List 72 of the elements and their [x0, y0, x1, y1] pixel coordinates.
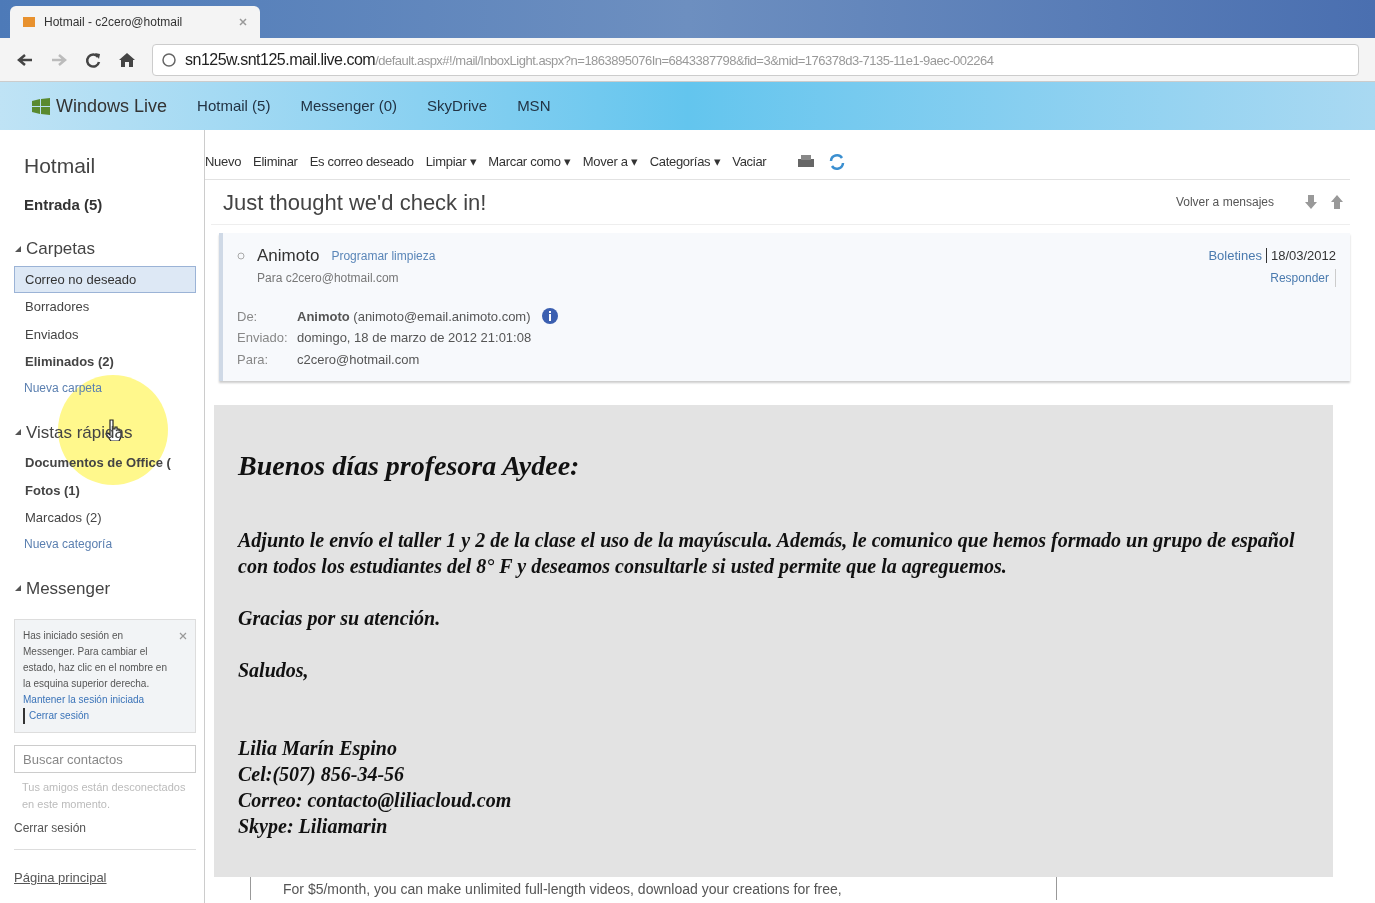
home-link[interactable]: Página principal: [14, 868, 196, 888]
message-date: 18/03/2012: [1265, 248, 1336, 263]
brand-name[interactable]: Windows Live: [56, 92, 168, 120]
toolbar-button[interactable]: Vaciar: [732, 151, 767, 172]
field-label: De:: [237, 307, 259, 326]
toolbar-button[interactable]: Categorías ▾: [649, 151, 721, 172]
search-field[interactable]: Buscar contactos: [14, 745, 196, 773]
section-header[interactable]: Carpetas: [26, 236, 95, 262]
toolbar-button[interactable]: Es correo deseado: [309, 151, 414, 172]
sign-out-link[interactable]: Cerrar sesión: [14, 819, 196, 850]
sync-icon[interactable]: [828, 152, 847, 171]
keep-signed-in-link[interactable]: Mantener la sesión iniciada: [23, 692, 145, 708]
nav-link[interactable]: SkyDrive: [427, 94, 488, 118]
recipient-line: Para c2cero@hotmail.com: [256, 269, 399, 287]
url-text: sn125w.snt125.mail.live.com/default.aspx#!/mail/InboxLight.aspx?n=1863895076In=6843387798&fid=3&mid=176378d3-7135-11e1-9aec-002264: [185, 49, 994, 70]
field-value: domingo, 18 de marzo de 2012 21:01:08: [297, 329, 532, 347]
toolbar-button[interactable]: Eliminar: [253, 151, 298, 172]
letter-paragraph: Adjunto le envío el taller 1 y 2 de la clase el uso de la mayúscula. Además, le comunico que hemos formado un grupo de español con todos los estudiantes del 8° F y deseamos consultarle si usted permite que la agreguemos.: [238, 528, 1296, 579]
close-icon[interactable]: [238, 17, 248, 27]
sender-name: Animoto: [257, 245, 320, 267]
toolbar-button[interactable]: Marcar como ▾: [488, 151, 571, 172]
windows-logo-icon[interactable]: [30, 97, 52, 115]
field-label: Para:: [237, 350, 270, 369]
message-subject: Just thought we'd check in!: [223, 188, 487, 217]
folder-item[interactable]: Fotos (1): [14, 476, 196, 504]
folder-item[interactable]: Eliminados (2): [14, 348, 196, 376]
schedule-link[interactable]: Programar limpieza: [331, 246, 436, 265]
expanded-triangle-icon[interactable]: [14, 584, 22, 593]
toolbar-button[interactable]: Limpiar ▾: [425, 151, 477, 172]
up-arrow-icon[interactable]: [1330, 194, 1344, 210]
signature-line: Correo: contacto@liliacloud.com: [238, 788, 513, 813]
sidebar-title: Hotmail: [23, 153, 97, 179]
notice-text: Has iniciado sesión en Messenger. Para cambiar el estado, haz clic en el nombre en la esquina superior derecha.: [23, 629, 168, 691]
signature-line: Lilia Marín Espino: [238, 736, 398, 761]
folder-item[interactable]: Marcados (2): [14, 504, 196, 532]
folder-item[interactable]: Borradores: [14, 293, 196, 321]
signature-line: Skype: Liliamarin: [238, 814, 389, 839]
page-info-icon[interactable]: [161, 51, 177, 68]
inbox-link[interactable]: Entrada (5): [14, 193, 196, 216]
back-icon[interactable]: [16, 51, 34, 68]
reply-button[interactable]: Responder: [1270, 268, 1336, 287]
expanded-triangle-icon[interactable]: [14, 428, 22, 437]
sign-out-link[interactable]: Cerrar sesión: [23, 708, 90, 724]
toolbar-button[interactable]: Nuevo: [205, 151, 242, 172]
field-label: Enviado:: [237, 329, 289, 347]
tab-title: Hotmail - c2cero@hotmail: [44, 14, 183, 31]
section-header[interactable]: Messenger: [26, 575, 111, 601]
address-bar[interactable]: sn125w.snt125.mail.live.com/default.aspx#!/mail/InboxLight.aspx?n=1863895076In=6843387798&fid=3&mid=176378d3-7135-11e1-9aec-002264: [152, 43, 1359, 76]
new-link[interactable]: Nueva categoría: [14, 531, 196, 556]
folder-item[interactable]: Correo no deseado: [14, 265, 196, 293]
nav-link[interactable]: MSN: [517, 94, 551, 118]
field-value: c2cero@hotmail.com: [297, 350, 420, 369]
nav-link[interactable]: Hotmail (5): [197, 94, 271, 118]
back-to-messages-link[interactable]: Volver a mensajes: [1175, 193, 1274, 211]
letter-paragraph: Gracias por su atención.: [238, 606, 442, 631]
home-icon[interactable]: [118, 50, 136, 69]
field-value: Animoto (animoto@email.animoto.com): [297, 307, 531, 326]
letter-greeting: Buenos días profesora Aydee:: [238, 449, 581, 483]
signature-line: Cel:(507) 856-34-56: [238, 762, 406, 787]
browser-tab[interactable]: Hotmail - c2cero@hotmail: [10, 6, 260, 38]
reload-icon[interactable]: [84, 50, 102, 69]
info-icon[interactable]: [540, 307, 559, 326]
offline-note: Tus amigos están desconectados en este momento.: [21, 780, 187, 812]
folder-item[interactable]: Enviados: [14, 320, 196, 348]
toolbar-button[interactable]: Mover a ▾: [582, 151, 638, 172]
folder-link[interactable]: Boletines: [1208, 248, 1262, 263]
expanded-triangle-icon[interactable]: [14, 244, 22, 253]
message-body-text: For $5/month, you can make unlimited full-length videos, download your creations for free,: [283, 880, 843, 899]
nav-link[interactable]: Messenger (0): [300, 94, 398, 118]
letter-paragraph: Saludos,: [238, 658, 310, 683]
close-icon[interactable]: [179, 632, 187, 640]
down-arrow-icon[interactable]: [1304, 194, 1318, 210]
